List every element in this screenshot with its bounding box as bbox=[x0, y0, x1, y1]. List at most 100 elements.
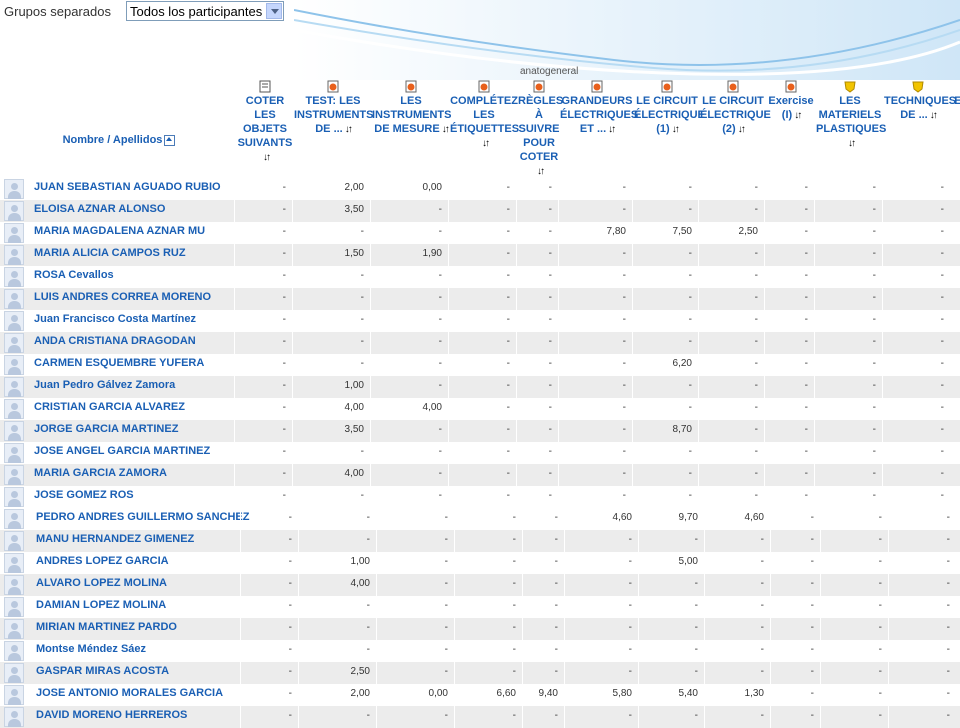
grade-cell[interactable]: - bbox=[242, 600, 292, 611]
grade-cell[interactable]: - bbox=[456, 710, 516, 721]
grade-cell[interactable]: - bbox=[300, 622, 370, 633]
grade-cell[interactable]: - bbox=[772, 556, 814, 567]
avatar[interactable] bbox=[4, 663, 24, 683]
grade-cell[interactable]: - bbox=[372, 314, 442, 325]
column-header-5[interactable]: GRANDEURS ÉLECTRIQUES ET ... ↓↑ bbox=[560, 80, 638, 137]
grade-cell[interactable]: - bbox=[822, 666, 882, 677]
grade-cell[interactable]: 4,00 bbox=[294, 402, 364, 413]
grade-cell[interactable]: - bbox=[890, 556, 950, 567]
column-header-label[interactable]: RÈGLES À SUIVRE POUR COTER bbox=[518, 95, 563, 163]
grade-cell[interactable]: - bbox=[640, 600, 698, 611]
grade-cell[interactable]: - bbox=[766, 182, 808, 193]
avatar[interactable] bbox=[4, 201, 24, 221]
grade-cell[interactable]: - bbox=[242, 556, 292, 567]
grade-cell[interactable]: - bbox=[884, 270, 944, 281]
grade-cell[interactable]: - bbox=[560, 182, 626, 193]
grade-cell[interactable]: - bbox=[816, 358, 876, 369]
grade-cell[interactable]: - bbox=[884, 292, 944, 303]
grade-cell[interactable]: - bbox=[766, 226, 808, 237]
grade-cell[interactable]: - bbox=[242, 622, 292, 633]
student-name-link[interactable]: ANDRES LOPEZ GARCIA bbox=[36, 555, 169, 567]
grade-cell[interactable]: - bbox=[706, 600, 764, 611]
grade-cell[interactable]: - bbox=[566, 666, 632, 677]
grade-cell[interactable]: - bbox=[884, 424, 944, 435]
student-name-link[interactable]: CRISTIAN GARCIA ALVAREZ bbox=[34, 401, 185, 413]
grade-cell[interactable]: - bbox=[772, 688, 814, 699]
student-name-link[interactable]: DAMIAN LOPEZ MOLINA bbox=[36, 599, 166, 611]
grade-cell[interactable]: - bbox=[372, 468, 442, 479]
grade-cell[interactable]: 3,50 bbox=[294, 204, 364, 215]
grade-cell[interactable]: - bbox=[706, 666, 764, 677]
grade-cell[interactable]: - bbox=[294, 446, 364, 457]
grade-cell[interactable]: - bbox=[772, 710, 814, 721]
avatar[interactable] bbox=[4, 531, 24, 551]
grade-cell[interactable]: 1,50 bbox=[294, 248, 364, 259]
student-name-link[interactable]: ROSA Cevallos bbox=[34, 269, 114, 281]
grade-cell[interactable]: - bbox=[450, 314, 510, 325]
grade-cell[interactable]: - bbox=[566, 710, 632, 721]
grade-cell[interactable]: - bbox=[372, 204, 442, 215]
avatar[interactable] bbox=[4, 267, 24, 287]
sort-arrows-icon[interactable]: ↓↑ bbox=[345, 123, 353, 137]
grade-cell[interactable]: - bbox=[518, 226, 552, 237]
grade-cell[interactable]: - bbox=[236, 314, 286, 325]
avatar[interactable] bbox=[4, 179, 24, 199]
grade-cell[interactable]: - bbox=[450, 424, 510, 435]
grade-cell[interactable]: - bbox=[884, 402, 944, 413]
column-header-2[interactable]: LES INSTRUMENTS DE MESURE ↓↑ bbox=[372, 80, 451, 137]
grade-cell[interactable]: - bbox=[706, 622, 764, 633]
grade-cell[interactable]: - bbox=[560, 248, 626, 259]
student-name-link[interactable]: Juan Pedro Gálvez Zamora bbox=[34, 379, 175, 391]
grade-cell[interactable]: 5,80 bbox=[566, 688, 632, 699]
sort-arrows-icon[interactable]: ↓↑ bbox=[263, 151, 271, 165]
grade-cell[interactable]: 7,80 bbox=[560, 226, 626, 237]
grade-cell[interactable]: - bbox=[640, 622, 698, 633]
grade-cell[interactable]: - bbox=[456, 644, 516, 655]
grade-cell[interactable]: - bbox=[242, 688, 292, 699]
sort-arrows-icon[interactable]: ↓↑ bbox=[608, 123, 616, 137]
avatar[interactable] bbox=[4, 685, 24, 705]
grade-cell[interactable]: - bbox=[884, 468, 944, 479]
grade-cell[interactable]: - bbox=[700, 468, 758, 479]
grade-cell[interactable]: - bbox=[300, 600, 370, 611]
grade-cell[interactable]: - bbox=[378, 534, 448, 545]
avatar[interactable] bbox=[4, 289, 24, 309]
grade-cell[interactable]: - bbox=[236, 270, 286, 281]
grade-cell[interactable]: - bbox=[372, 446, 442, 457]
grade-cell[interactable]: - bbox=[766, 336, 808, 347]
grade-cell[interactable]: - bbox=[518, 270, 552, 281]
grade-cell[interactable]: 3,50 bbox=[294, 424, 364, 435]
grade-cell[interactable]: - bbox=[816, 248, 876, 259]
grade-cell[interactable]: - bbox=[560, 446, 626, 457]
grade-cell[interactable]: 1,90 bbox=[372, 248, 442, 259]
grade-cell[interactable]: - bbox=[378, 710, 448, 721]
grade-cell[interactable]: - bbox=[518, 490, 552, 501]
grade-cell[interactable]: - bbox=[560, 402, 626, 413]
grade-cell[interactable]: 4,00 bbox=[372, 402, 442, 413]
grade-cell[interactable]: - bbox=[524, 644, 558, 655]
student-name-link[interactable]: JOSE ANGEL GARCIA MARTINEZ bbox=[34, 445, 210, 457]
grade-cell[interactable]: - bbox=[766, 292, 808, 303]
grade-cell[interactable]: - bbox=[450, 182, 510, 193]
grade-cell[interactable]: - bbox=[816, 336, 876, 347]
grade-cell[interactable]: - bbox=[236, 248, 286, 259]
grade-cell[interactable]: - bbox=[378, 512, 448, 523]
grade-cell[interactable]: - bbox=[700, 292, 758, 303]
grade-cell[interactable]: 5,00 bbox=[640, 556, 698, 567]
column-header-3[interactable]: COMPLÉTEZ LES ÉTIQUETTES ↓↑ bbox=[450, 80, 519, 151]
grade-cell[interactable]: - bbox=[766, 358, 808, 369]
grade-cell[interactable]: - bbox=[378, 600, 448, 611]
grade-cell[interactable]: - bbox=[518, 182, 552, 193]
grade-cell[interactable]: - bbox=[816, 446, 876, 457]
grade-cell[interactable]: - bbox=[766, 424, 808, 435]
grade-cell[interactable]: - bbox=[822, 622, 882, 633]
grade-cell[interactable]: - bbox=[518, 402, 552, 413]
column-header-label[interactable]: TECHNIQUES DE ... bbox=[884, 95, 956, 121]
grade-cell[interactable]: - bbox=[634, 270, 692, 281]
grade-cell[interactable]: - bbox=[890, 622, 950, 633]
grade-cell[interactable]: - bbox=[372, 336, 442, 347]
avatar[interactable] bbox=[4, 355, 24, 375]
grade-cell[interactable]: - bbox=[450, 248, 510, 259]
avatar[interactable] bbox=[4, 421, 24, 441]
grade-cell[interactable]: - bbox=[822, 644, 882, 655]
